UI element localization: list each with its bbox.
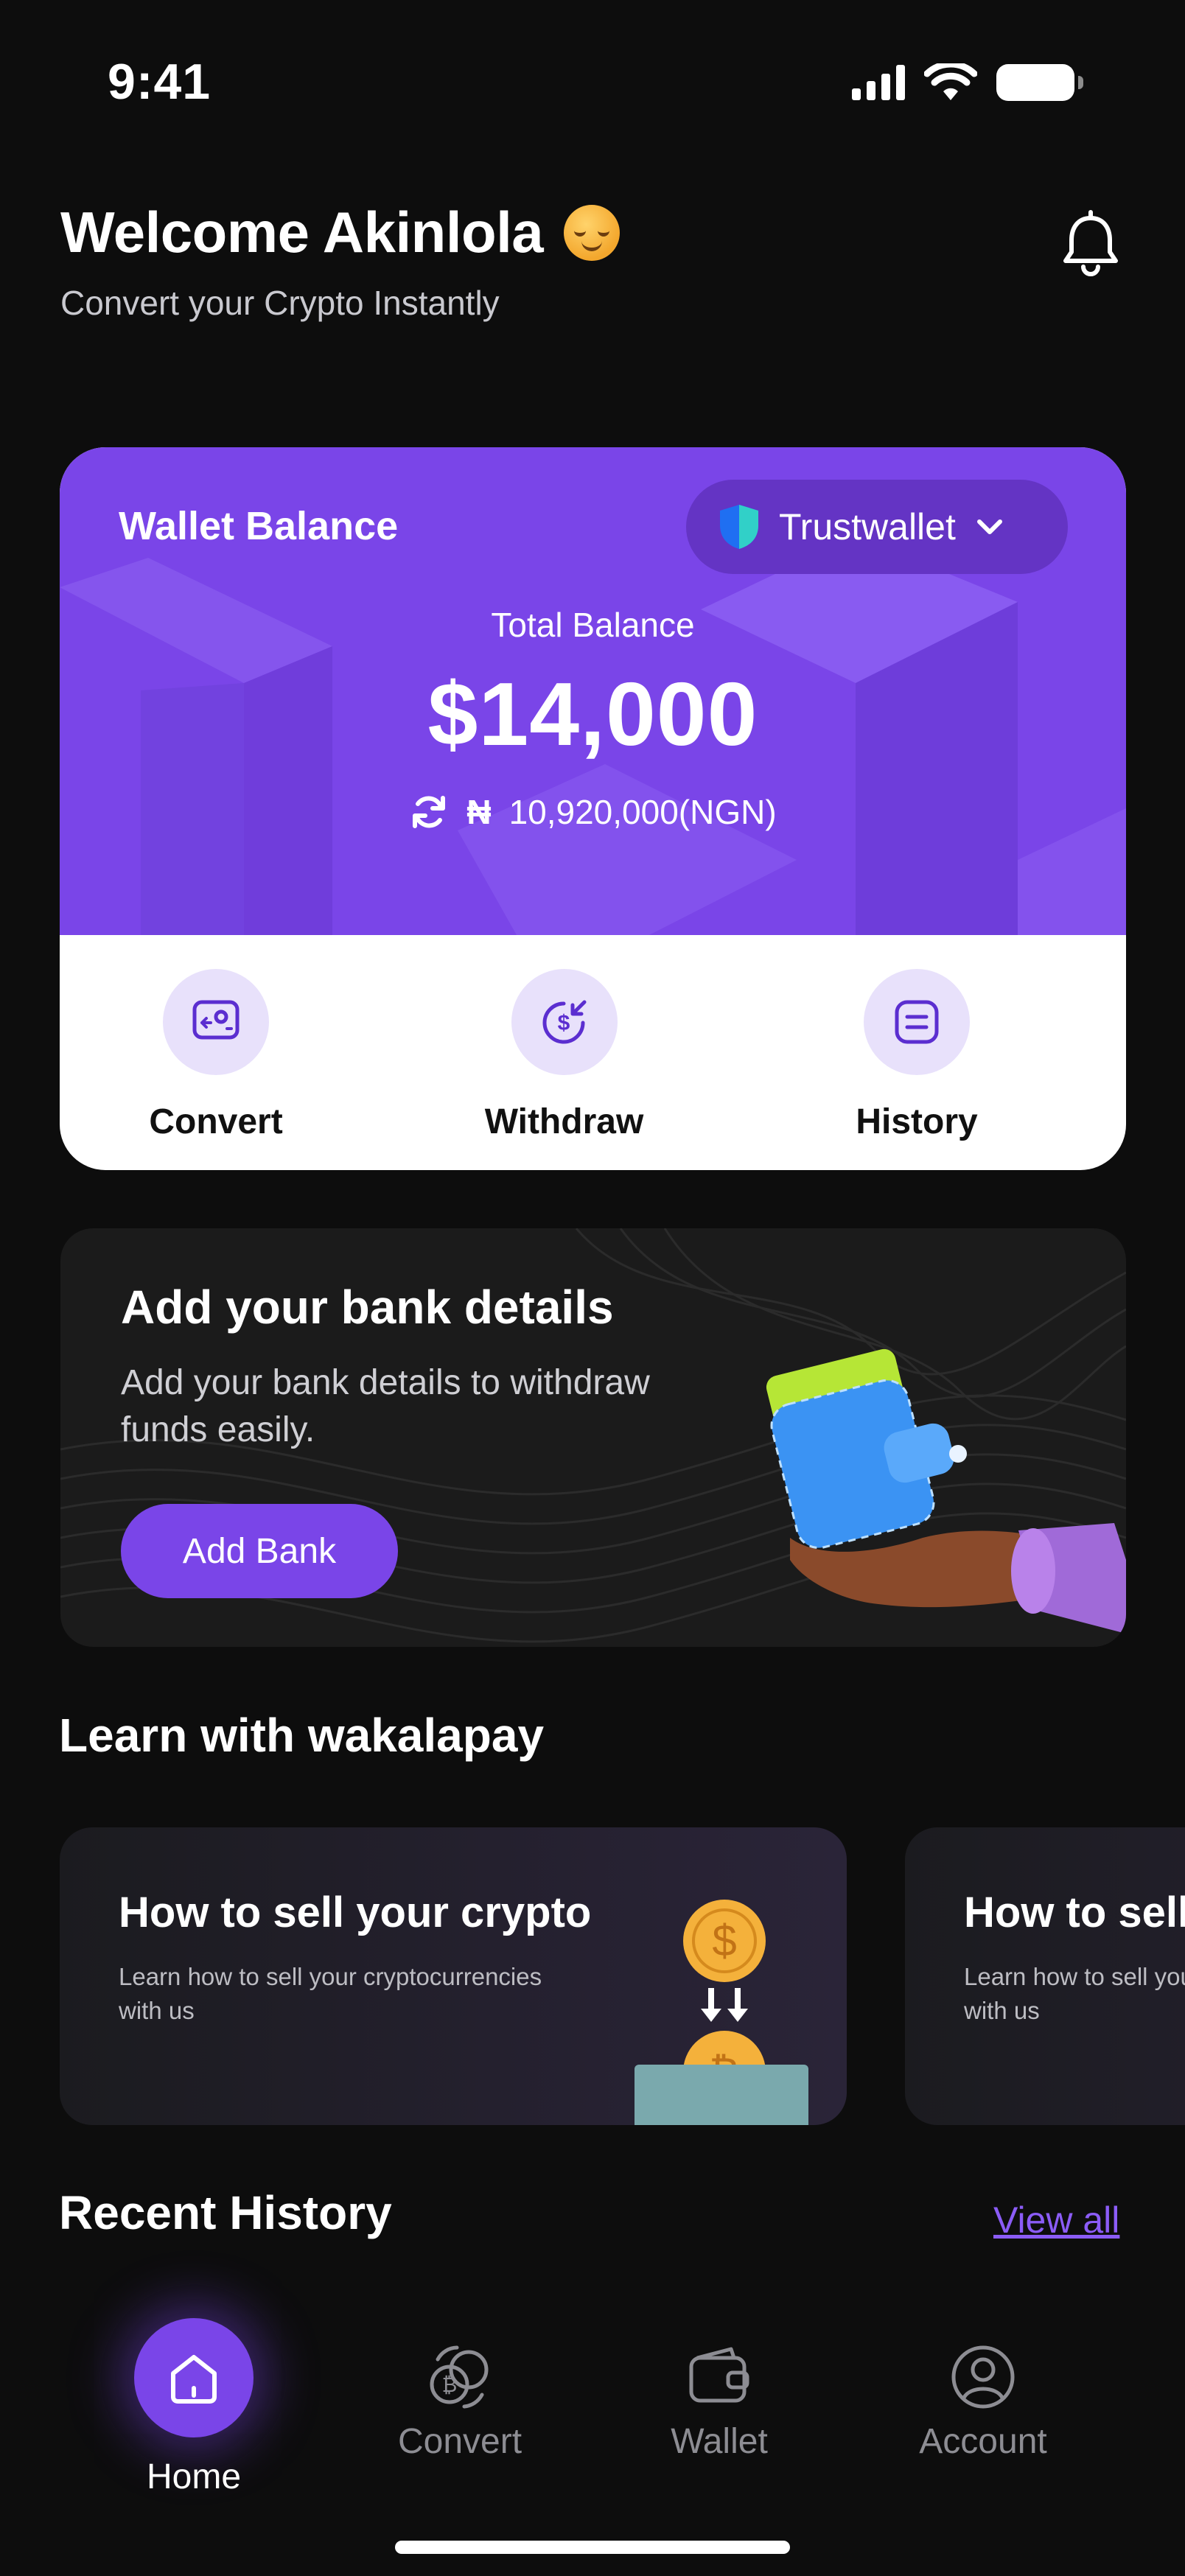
notification-bell-icon[interactable] <box>1054 208 1128 281</box>
history-action-label: History <box>856 1102 978 1141</box>
withdraw-icon: $ <box>542 1000 586 1044</box>
withdraw-action-circle: $ <box>511 969 618 1075</box>
bank-card-title: Add your bank details <box>121 1281 614 1334</box>
convert-action-label: Convert <box>149 1102 283 1141</box>
wallet-provider-label: Trustwallet <box>779 506 956 547</box>
nav-label-convert: Convert <box>397 2422 522 2461</box>
wallet-balance-panel: Wallet Balance Trustwallet Total Balance… <box>60 447 1126 935</box>
learn-card-description: Learn how to sell your cryptocurrencies … <box>119 1963 542 2024</box>
learn-card-description: Learn how to sell your cryptocurrencies … <box>964 1963 1185 2024</box>
status-icons <box>852 63 1083 102</box>
add-bank-details-card: Add your bank details Add your bank deta… <box>60 1228 1126 1647</box>
home-screen: 9:41 Welcome Akinlola Convert your Crypt… <box>0 0 1185 2576</box>
learn-section-title: Learn with wakalapay <box>59 1709 545 1762</box>
nav-item-wallet[interactable]: Wallet <box>646 2340 793 2462</box>
view-all-link[interactable]: View all <box>993 2199 1119 2241</box>
total-balance-amount: $14,000 <box>427 664 758 764</box>
account-icon <box>951 2345 1015 2409</box>
ngn-balance-row: ₦ 10,920,000(NGN) <box>60 792 1126 832</box>
nav-label-home: Home <box>146 2457 242 2496</box>
convert-coins-icon: ₿ <box>430 2345 489 2409</box>
history-action-circle <box>864 969 970 1075</box>
wallet-balance-title: Wallet Balance <box>119 504 399 548</box>
status-time: 9:41 <box>108 54 212 110</box>
nav-label-wallet: Wallet <box>671 2422 768 2461</box>
convert-icon <box>192 1000 240 1040</box>
crypto-coins-illustration: $ ₿ <box>635 1900 808 2125</box>
learn-card[interactable]: How to sell your crypto Learn how to sel… <box>60 1827 847 2125</box>
add-bank-button[interactable]: Add Bank <box>121 1504 398 1598</box>
nav-label-account: Account <box>919 2422 1047 2461</box>
header-subtitle: Convert your Crypto Instantly <box>60 284 500 322</box>
svg-text:$: $ <box>712 1916 736 1965</box>
bottom-navigation: Home ₿ Convert Wallet Account <box>0 2284 1185 2505</box>
wallet-balance-card: Wallet Balance Trustwallet Total Balance… <box>60 447 1126 1170</box>
battery-icon <box>996 64 1083 101</box>
home-icon-circle <box>134 2318 254 2437</box>
history-icon <box>895 1000 939 1044</box>
total-balance-label: Total Balance <box>491 606 695 644</box>
convert-action-circle <box>163 969 269 1075</box>
wifi-icon <box>924 63 977 100</box>
wallet-actions: Convert $ Withdraw History <box>60 935 1126 1170</box>
wallet-in-hand-illustration <box>766 1348 1126 1634</box>
withdraw-action-button[interactable]: $ Withdraw <box>485 935 643 1142</box>
learn-card-title: How to sell your crypto <box>119 1889 592 1936</box>
svg-text:₿: ₿ <box>442 2373 458 2396</box>
wallet-provider-selector[interactable]: Trustwallet <box>686 480 1068 574</box>
nav-item-convert[interactable]: ₿ Convert <box>386 2340 534 2462</box>
nav-item-home[interactable]: Home <box>120 2318 268 2497</box>
bank-card-description: Add your bank details to withdraw funds … <box>121 1363 650 1449</box>
learn-card-title: How to sell your crypto <box>964 1889 1185 1936</box>
ngn-balance-amount: 10,920,000(NGN) <box>508 793 777 831</box>
withdraw-action-label: Withdraw <box>484 1102 644 1141</box>
cellular-signal-icon <box>852 65 905 100</box>
smiling-emoji-icon <box>564 204 621 261</box>
naira-symbol: ₦ <box>466 793 492 831</box>
home-indicator-bar <box>395 2541 790 2554</box>
welcome-text: Welcome Akinlola <box>60 200 544 265</box>
svg-text:$: $ <box>557 1011 570 1035</box>
trustwallet-shield-icon <box>720 505 758 549</box>
history-action-button[interactable]: History <box>856 935 978 1142</box>
nav-item-account[interactable]: Account <box>909 2340 1057 2462</box>
welcome-heading: Welcome Akinlola <box>60 199 621 266</box>
chevron-down-icon <box>976 519 1002 534</box>
recent-history-title: Recent History <box>59 2186 392 2239</box>
convert-action-button[interactable]: Convert <box>149 935 283 1142</box>
wallet-icon <box>689 2347 749 2403</box>
refresh-icon[interactable] <box>409 792 449 832</box>
learn-card[interactable]: How to sell your crypto Learn how to sel… <box>905 1827 1185 2125</box>
home-icon <box>171 2355 217 2404</box>
